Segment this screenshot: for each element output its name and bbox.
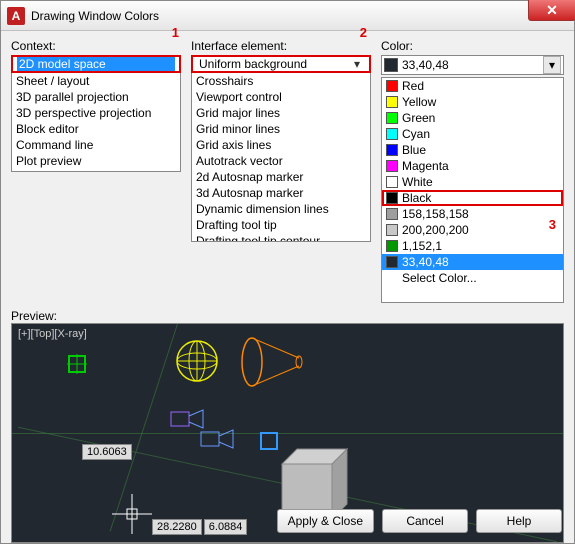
color-item[interactable]: White	[382, 174, 563, 190]
color-swatch-icon	[386, 224, 398, 236]
color-label: Color:	[381, 39, 564, 53]
preview-label: Preview:	[11, 309, 564, 323]
badge-1: 1	[172, 25, 179, 40]
color-item[interactable]: 158,158,158	[382, 206, 563, 222]
crosshair-icon	[112, 494, 152, 534]
color-item[interactable]: Cyan	[382, 126, 563, 142]
list-item[interactable]: 2d Autosnap marker	[192, 169, 370, 185]
list-item[interactable]: Command line	[12, 137, 180, 153]
list-item[interactable]: Sheet / layout	[12, 73, 180, 89]
color-item[interactable]: Red	[382, 78, 563, 94]
color-swatch-icon	[386, 208, 398, 220]
app-logo-icon: A	[7, 7, 25, 25]
interface-selected: Uniform background	[197, 57, 349, 71]
list-item[interactable]: 3d Autosnap marker	[192, 185, 370, 201]
color-swatch-icon	[386, 144, 398, 156]
context-label: Context: 1	[11, 39, 181, 53]
color-combo[interactable]: 33,40,48 ▾	[381, 55, 564, 75]
list-item[interactable]: Dynamic dimension lines	[192, 201, 370, 217]
dialog-window: A Drawing Window Colors ✕ Context: 1 2D …	[0, 0, 575, 544]
color-selected-label: 33,40,48	[402, 58, 449, 72]
interface-select[interactable]: Uniform background ▾	[191, 55, 371, 73]
coord-label-2b: 6.0884	[204, 519, 248, 535]
list-item[interactable]: 3D perspective projection	[12, 105, 180, 121]
badge-2: 2	[360, 25, 367, 40]
content-area: Context: 1 2D model space Sheet / layout…	[1, 31, 574, 543]
help-button[interactable]: Help	[476, 509, 562, 533]
list-item[interactable]: Grid axis lines	[192, 137, 370, 153]
list-item[interactable]: Block editor	[12, 121, 180, 137]
context-listbox[interactable]: Sheet / layout3D parallel projection3D p…	[11, 72, 181, 172]
camera-icon-2	[197, 424, 237, 454]
color-swatch-icon	[384, 58, 398, 72]
color-item[interactable]: Magenta	[382, 158, 563, 174]
cancel-button[interactable]: Cancel	[382, 509, 468, 533]
color-item[interactable]: Green	[382, 110, 563, 126]
view-label: [+][Top][X-ray]	[18, 328, 87, 340]
color-swatch-icon	[386, 192, 398, 204]
color-dropdown-arrow-icon[interactable]: ▾	[543, 56, 561, 74]
color-item[interactable]: 200,200,200	[382, 222, 563, 238]
dropdown-arrow-icon: ▾	[349, 57, 365, 71]
color-swatch-icon	[386, 256, 398, 268]
list-item[interactable]: Crosshairs	[192, 73, 370, 89]
snap-marker-icon	[67, 354, 87, 374]
coord-label-1: 10.6063	[82, 444, 132, 460]
color-swatch-icon	[386, 80, 398, 92]
list-item[interactable]: Viewport control	[192, 89, 370, 105]
color-swatch-icon	[386, 160, 398, 172]
titlebar: A Drawing Window Colors ✕	[1, 1, 574, 31]
color-swatch-icon	[386, 240, 398, 252]
coord-label-2a: 28.2280	[152, 519, 202, 535]
color-swatch-icon	[386, 112, 398, 124]
list-item[interactable]: Autotrack vector	[192, 153, 370, 169]
list-item[interactable]: Grid minor lines	[192, 121, 370, 137]
color-item[interactable]: 33,40,48	[382, 254, 563, 270]
color-listbox[interactable]: RedYellowGreenCyanBlueMagentaWhiteBlack1…	[381, 77, 564, 303]
list-item[interactable]: Grid major lines	[192, 105, 370, 121]
sphere-wire-icon	[172, 336, 222, 386]
color-item[interactable]: Select Color...	[382, 270, 563, 286]
color-swatch-icon	[386, 96, 398, 108]
target-icon	[260, 432, 278, 450]
cone-wire-icon	[237, 332, 307, 392]
window-title: Drawing Window Colors	[31, 9, 568, 23]
color-swatch-icon	[386, 128, 398, 140]
list-item[interactable]: 3D parallel projection	[12, 89, 180, 105]
color-item[interactable]: Yellow	[382, 94, 563, 110]
interface-label: Interface element: 2	[191, 39, 371, 53]
color-swatch-icon	[386, 176, 398, 188]
list-item[interactable]: Plot preview	[12, 153, 180, 169]
badge-3: 3	[549, 217, 556, 232]
color-item[interactable]: Blue	[382, 142, 563, 158]
color-item[interactable]: Black	[382, 190, 563, 206]
context-select[interactable]: 2D model space	[11, 55, 181, 73]
apply-close-button[interactable]: Apply & Close	[277, 509, 374, 533]
close-button[interactable]: ✕	[528, 0, 575, 21]
context-selected: 2D model space	[17, 57, 175, 71]
list-item[interactable]: Drafting tool tip	[192, 217, 370, 233]
list-item[interactable]: Drafting tool tip contour	[192, 233, 370, 242]
color-item[interactable]: 1,152,1	[382, 238, 563, 254]
interface-listbox[interactable]: CrosshairsViewport controlGrid major lin…	[191, 72, 371, 242]
